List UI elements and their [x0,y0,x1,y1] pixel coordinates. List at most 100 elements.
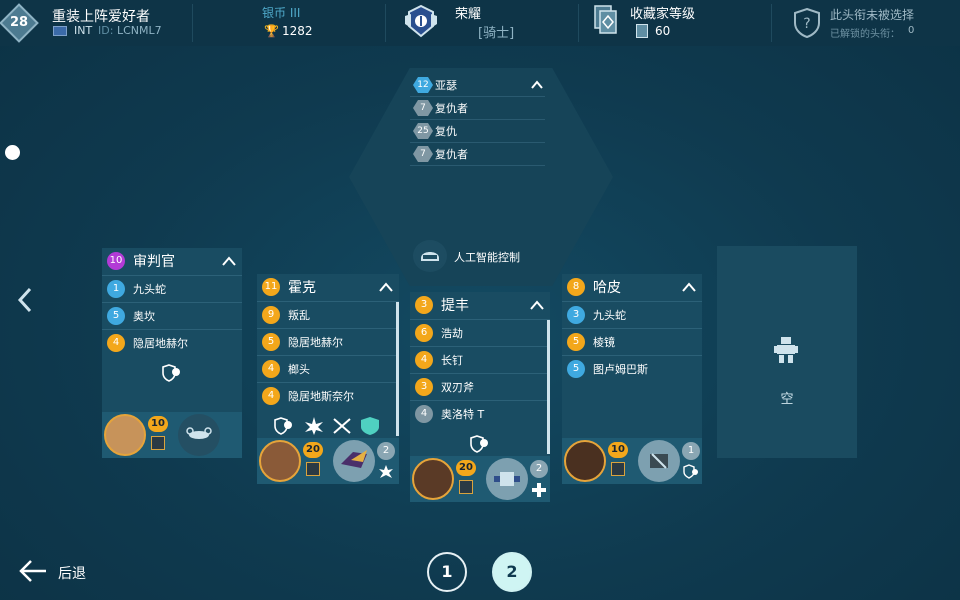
weapon-row[interactable]: 4 隐居地赫尔 [102,329,242,356]
weapon-name: 奥坎 [133,310,155,323]
ai-mech-weapon-list: 12 亚瑟 7 复仇者 25 复仇 7 复仇者 [410,74,545,166]
weapon-level: 12 [413,77,433,93]
weapon-row[interactable]: 5 隐居地赫尔 [257,328,399,355]
pilot-level: 20 [456,460,476,476]
weapon-level: 5 [107,307,125,325]
mech-card[interactable]: 10 审判官 1 九头蛇 5 奥坎 4 隐居地赫尔 10 [102,248,242,458]
shield-gear-icon[interactable] [273,416,295,436]
pilot-avatar[interactable] [564,440,606,482]
chevron-up-icon[interactable] [530,299,544,311]
weapon-name: 长钉 [441,354,463,367]
pilot-avatar[interactable] [412,458,454,500]
back-button[interactable]: 后退 [18,556,98,586]
mech-header[interactable]: 11 霍克 [257,274,399,300]
chevron-up-icon[interactable] [682,281,696,293]
empty-mech-slot[interactable]: 空 [717,246,857,458]
honor-rank-icon[interactable] [403,4,439,40]
pilot-rank-icon [151,436,165,450]
weapon-row[interactable]: 4 长钉 [410,346,550,373]
pilot-row[interactable]: 20 2 [257,438,399,484]
weapon-level: 3 [415,378,433,396]
weapon-name: 隐居地赫尔 [288,336,343,349]
pilot-row[interactable]: 20 2 [410,456,550,502]
weapon-row[interactable]: 1 九头蛇 [102,275,242,302]
pilot-avatar[interactable] [259,440,301,482]
weapon-level: 5 [567,333,585,351]
list-item[interactable]: 25 复仇 [410,120,545,143]
pilot-row[interactable]: 10 [102,412,242,458]
mech-card[interactable]: 11 霍克 9 叛乱 5 隐居地赫尔 4 榔头 4 隐居地斯奈尔 20 2 [257,274,399,484]
drone-slot[interactable] [178,414,220,456]
pilot-avatar[interactable] [104,414,146,456]
page-button-2[interactable]: 2 [492,552,532,592]
burst-module-icon[interactable] [303,416,325,436]
drone-slot[interactable] [333,440,375,482]
weapon-level: 5 [262,333,280,351]
chevron-up-icon[interactable] [531,79,543,91]
weapon-level: 9 [262,306,280,324]
weapon-row[interactable]: 9 叛乱 [257,301,399,328]
page-button-1[interactable]: 1 [427,552,467,592]
mech-card[interactable]: 3 提丰 6 浩劫 4 长钉 3 双刃斧 4 奥洛特 T 20 2 [410,292,550,502]
title-shield-question-icon[interactable]: ? [794,8,820,38]
league-name[interactable]: 银币 III [262,4,300,21]
weapon-name: 隐居地赫尔 [133,337,188,350]
weapon-row[interactable]: 3 双刃斧 [410,373,550,400]
unlocked-titles-count: 0 [908,25,915,36]
divider [385,4,386,42]
pilot-level: 10 [608,442,628,458]
shield-module-icon[interactable] [359,416,381,436]
weapon-level: 5 [567,360,585,378]
drone-level: 1 [682,442,700,460]
card-icon [636,24,648,38]
player-id: LCNML7 [117,24,162,37]
player-level-badge[interactable]: 28 [0,3,39,43]
weapon-row[interactable]: 5 奥坎 [102,302,242,329]
top-bar: 28 重装上阵爱好者 INT ID: LCNML7 银币 III 🏆 1282 … [0,0,960,46]
mech-header[interactable]: 3 提丰 [410,292,550,318]
chevron-left-icon[interactable] [12,283,38,317]
weapon-name: 浩劫 [441,327,463,340]
weapon-row[interactable]: 5 图卢姆巴斯 [562,355,702,382]
mech-header[interactable]: 8 哈皮 [562,274,702,300]
collector-cards-icon[interactable] [594,5,618,35]
shield-gear-icon[interactable] [469,434,491,454]
player-id-label: ID: [98,24,114,37]
scrollbar[interactable] [396,302,399,436]
pilot-row[interactable]: 10 1 [562,438,702,484]
weapon-name: 亚瑟 [435,79,457,92]
drone-icon [341,450,367,468]
weapon-level: 4 [415,351,433,369]
ai-control-label: 人工智能控制 [454,251,520,264]
chevron-up-icon[interactable] [222,255,236,267]
player-name[interactable]: 重装上阵爱好者 [52,6,150,26]
weapon-row[interactable]: 3 九头蛇 [562,301,702,328]
scrollbar[interactable] [547,320,550,454]
weapon-level: 7 [413,146,433,162]
drone-slot[interactable] [486,458,528,500]
mech-card[interactable]: 8 哈皮 3 九头蛇 5 棱镜 5 图卢姆巴斯 10 1 [562,274,702,484]
weapon-row[interactable]: 5 棱镜 [562,328,702,355]
chevron-up-icon[interactable] [379,281,393,293]
weapon-row[interactable]: 6 浩劫 [410,319,550,346]
shield-gear-icon[interactable] [161,363,183,383]
weapon-row[interactable]: 4 隐居地斯奈尔 [257,382,399,409]
crossed-swords-icon[interactable] [331,416,353,436]
side-indicator-dot[interactable] [5,145,20,160]
weapon-name: 双刃斧 [441,381,474,394]
list-item[interactable]: 7 复仇者 [410,143,545,166]
weapon-level: 3 [567,306,585,324]
arrow-left-icon [19,560,46,582]
weapon-row[interactable]: 4 奥洛特 T [410,400,550,427]
list-item[interactable]: 7 复仇者 [410,97,545,120]
weapon-level: 4 [262,387,280,405]
list-item[interactable]: 12 亚瑟 [410,74,545,97]
weapon-row[interactable]: 4 榔头 [257,355,399,382]
mech-level: 10 [107,252,125,270]
pilot-rank-icon [611,462,625,476]
mech-level: 11 [262,278,280,296]
mech-name: 审判官 [133,254,175,270]
drone-slot[interactable] [638,440,680,482]
mech-header[interactable]: 10 审判官 [102,248,242,274]
ai-pilot-helmet-icon [413,240,447,272]
